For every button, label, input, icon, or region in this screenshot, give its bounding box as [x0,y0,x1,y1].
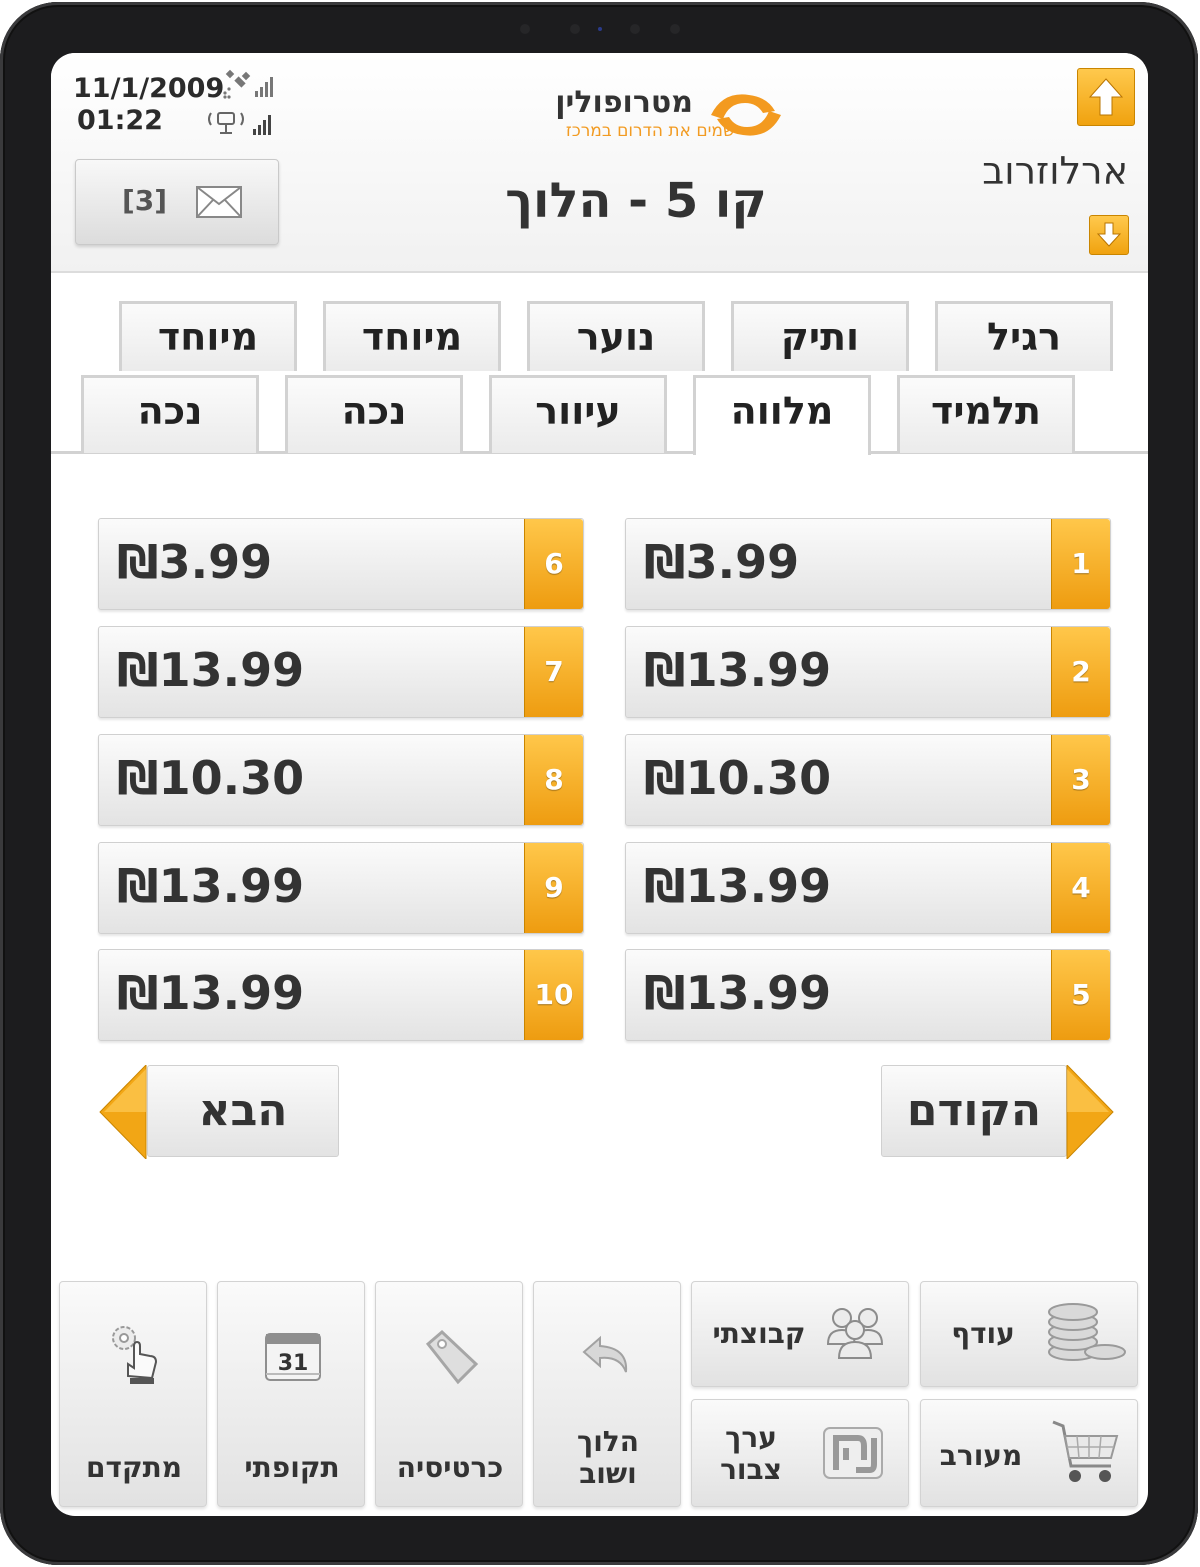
fare-button-2[interactable]: ₪13.99 2 [625,626,1111,718]
tag-icon [425,1329,479,1385]
tab-companion[interactable]: מלווה [693,375,871,455]
fare-price: ₪3.99 [117,535,273,589]
tab-regular[interactable]: רגיל [935,301,1113,371]
fare-button-1[interactable]: ₪3.99 1 [625,518,1111,610]
fare-number: 7 [524,627,583,717]
advanced-label: מתקדם [86,1451,182,1484]
next-page-button[interactable]: הבא [147,1065,339,1157]
arrow-left-icon[interactable] [98,1065,148,1159]
message-count: [3] [122,184,168,217]
fare-price: ₪13.99 [644,643,832,697]
gps-signal-icon [223,69,273,99]
fare-button-6[interactable]: ₪3.99 6 [98,518,584,610]
messages-button[interactable]: [3] [75,159,279,245]
tab-special-1[interactable]: מיוחד [323,301,501,371]
fare-price: ₪3.99 [644,535,800,589]
change-button[interactable]: עודף [920,1281,1138,1387]
fare-number: 9 [524,843,583,933]
fare-number: 5 [1051,950,1110,1040]
status-time: 01:22 [77,105,163,136]
round-trip-button[interactable]: הלוך ושוב [533,1281,681,1507]
fare-number: 1 [1051,519,1110,609]
stored-value-button[interactable]: ערך צבור [691,1399,909,1507]
app-screen: 11/1/2009 01:22 [3] מטרופולין שמים את הד… [51,53,1148,1516]
fare-price: ₪13.99 [644,859,832,913]
calendar-day: 31 [277,1351,309,1376]
fare-price: ₪10.30 [117,751,305,805]
tab-disabled-2[interactable]: נכה [81,375,259,453]
tab-blind[interactable]: עיוור [489,375,667,453]
cart-label: מעורב [939,1439,1023,1472]
stored-value-label-2: צבור [720,1453,782,1486]
fare-number: 10 [524,950,583,1040]
fare-button-3[interactable]: ₪10.30 3 [625,734,1111,826]
envelope-icon [196,186,242,218]
fare-button-9[interactable]: ₪13.99 9 [98,842,584,934]
cards-label: כרטיסיה [396,1451,504,1484]
fare-button-7[interactable]: ₪13.99 7 [98,626,584,718]
round-trip-label-1: הלוך [577,1425,639,1458]
settings-touch-icon [112,1326,158,1384]
scroll-down-button[interactable] [1089,215,1129,255]
tab-senior[interactable]: ותיק [731,301,909,371]
fare-button-5[interactable]: ₪13.99 5 [625,949,1111,1041]
return-arrow-icon [582,1335,628,1373]
previous-page-button[interactable]: הקודם [881,1065,1067,1157]
round-trip-label-2: ושוב [579,1457,637,1490]
coins-icon [1048,1303,1126,1361]
fare-price: ₪13.99 [644,966,832,1020]
periodic-pass-button[interactable]: 31 תקופתי [217,1281,365,1507]
fare-button-4[interactable]: ₪13.99 4 [625,842,1111,934]
fare-price: ₪13.99 [117,859,305,913]
fare-number: 3 [1051,735,1110,825]
group-people-icon [826,1308,884,1359]
fare-number: 2 [1051,627,1110,717]
tab-youth[interactable]: נוער [527,301,705,371]
page-title: קו 5 - הלוך [505,173,767,229]
change-label: עודף [951,1317,1015,1350]
fare-price: ₪10.30 [644,751,832,805]
group-label: קבוצתי [712,1317,806,1350]
fare-number: 4 [1051,843,1110,933]
shopping-cart-icon [1052,1420,1119,1482]
tab-special-2[interactable]: מיוחד [119,301,297,371]
group-ticket-button[interactable]: קבוצתי [691,1281,909,1387]
arrow-down-icon [1096,222,1122,247]
advanced-button[interactable]: מתקדם [59,1281,207,1507]
logo-name: מטרופולין [555,85,693,120]
header: 11/1/2009 01:22 [3] מטרופולין שמים את הד… [51,53,1148,273]
status-date: 11/1/2009 [73,73,225,104]
scroll-up-button[interactable] [1077,68,1135,126]
shekel-icon [823,1427,883,1479]
punch-card-button[interactable]: כרטיסיה [375,1281,523,1507]
arrow-right-icon[interactable] [1065,1065,1115,1159]
route-destination: ארלוזרוב [982,149,1128,193]
mixed-ticket-button[interactable]: מעורב [920,1399,1138,1507]
logo-mark-icon [711,94,781,136]
fare-button-10[interactable]: ₪13.99 10 [98,949,584,1041]
fare-price: ₪13.99 [117,966,305,1020]
fare-number: 8 [524,735,583,825]
fare-price: ₪13.99 [117,643,305,697]
network-signal-icon [208,112,271,135]
metropoline-logo: מטרופולין שמים את הדרום במרכז [489,79,789,151]
camera-bar [520,22,680,36]
periodic-label: תקופתי [244,1451,340,1484]
arrow-up-icon [1088,78,1124,116]
stored-value-label-1: ערך [725,1421,777,1454]
tab-student[interactable]: תלמיד [897,375,1075,453]
tab-disabled-1[interactable]: נכה [285,375,463,453]
fare-number: 6 [524,519,583,609]
fare-button-8[interactable]: ₪10.30 8 [98,734,584,826]
